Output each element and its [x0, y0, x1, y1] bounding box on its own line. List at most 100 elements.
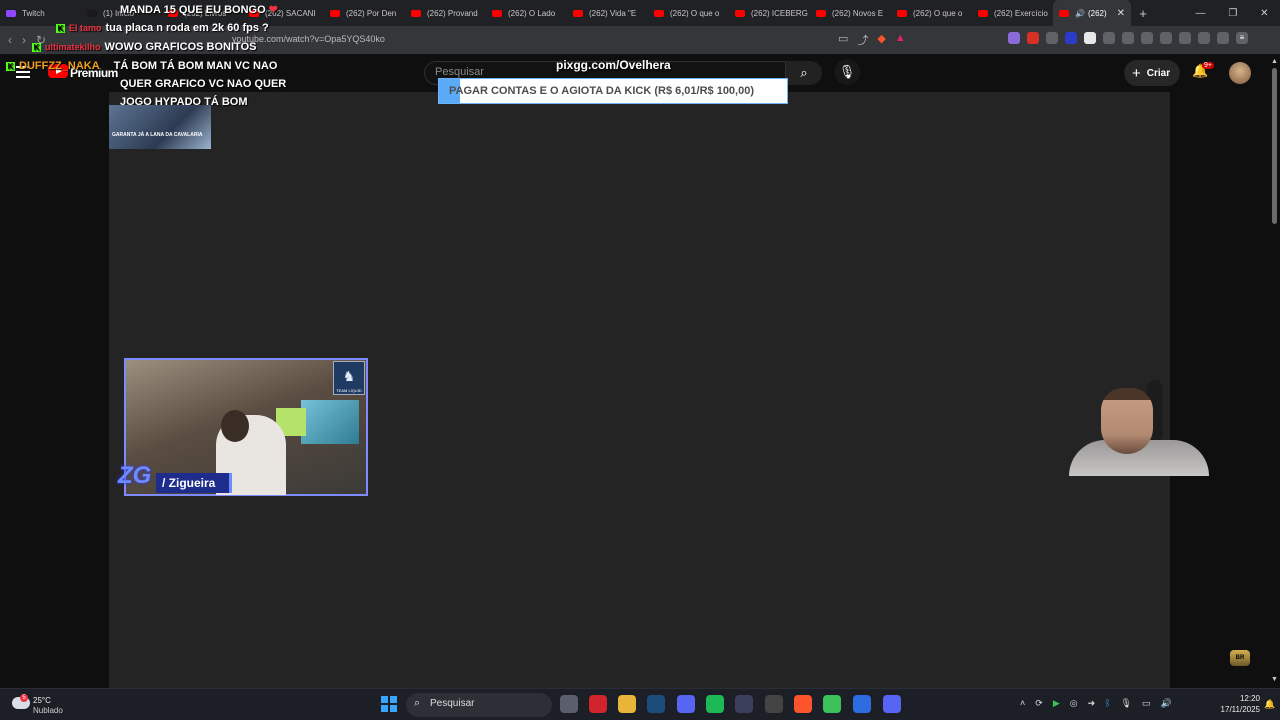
opera-icon[interactable] — [589, 695, 607, 713]
team-liquid-logo-icon: ♞ TEAM LIQUID — [333, 361, 365, 395]
scroll-down-icon[interactable]: ▼ — [1271, 676, 1278, 683]
minimize-icon[interactable]: — — [1195, 8, 1205, 19]
restore-icon[interactable]: ❐ — [1228, 8, 1237, 19]
menu-icon[interactable]: ≡ — [1236, 32, 1248, 44]
webcam-light — [301, 400, 359, 444]
webcam-head — [221, 410, 249, 442]
screen: Twitch (1) Início (262) Livros (262) SACANI… — [0, 0, 1280, 720]
settings-app-icon[interactable] — [765, 695, 783, 713]
folders-icon[interactable] — [618, 695, 636, 713]
arrow-tray-icon[interactable]: ➜ — [1088, 698, 1096, 709]
chat-username: ultimatekilho — [45, 42, 101, 52]
extension-icon[interactable] — [1027, 32, 1039, 44]
play-app-icon[interactable] — [823, 695, 841, 713]
tab-favicon-icon — [330, 9, 340, 17]
steam-tray-icon[interactable]: ◎ — [1070, 698, 1078, 709]
avatar[interactable] — [1229, 62, 1251, 84]
voice-search-button[interactable]: 🎙 — [834, 59, 860, 85]
tab-close-icon[interactable]: ✕ — [1117, 8, 1125, 19]
rewards-icon[interactable]: ▲ — [895, 32, 906, 48]
microphone-icon[interactable]: 🎙 — [1121, 698, 1132, 709]
extension-icon[interactable] — [1103, 32, 1115, 44]
weather-temp: 25°C — [33, 696, 51, 705]
scrollbar-thumb[interactable] — [1272, 68, 1277, 224]
notification-center-icon[interactable]: 🔔 — [1264, 699, 1275, 710]
extension-icon[interactable] — [1046, 32, 1058, 44]
tab-label: (262) Novos E — [832, 8, 884, 18]
vpn-icon[interactable] — [1217, 32, 1229, 44]
arrow-app-icon[interactable] — [735, 695, 753, 713]
taskbar-search-input[interactable]: ⌕ Pesquisar — [406, 693, 552, 717]
taskbar-search-label: Pesquisar — [430, 698, 475, 709]
file-explorer-taskview-icon[interactable] — [560, 695, 578, 713]
brave-shield-icon[interactable]: ◆ — [877, 32, 885, 48]
volume-icon[interactable]: 🔊 — [1161, 698, 1172, 709]
close-window-icon[interactable]: ✕ — [1260, 8, 1268, 19]
browser-tab[interactable]: (262) Exercício — [972, 0, 1053, 26]
tab-favicon-icon — [897, 9, 907, 17]
channel-watermark-icon: BR — [1230, 650, 1250, 666]
chevron-up-icon[interactable]: ˄ — [1020, 698, 1025, 709]
media-icon[interactable] — [1141, 32, 1153, 44]
spotify-icon[interactable] — [706, 695, 724, 713]
new-tab-button[interactable]: + — [1131, 6, 1155, 21]
streamer-face — [1101, 388, 1153, 454]
weather-widget[interactable]: 5 25°C Nublado — [12, 694, 102, 718]
pix-link-overlay: pixgg.com/Ovelhera — [556, 58, 671, 72]
page-scrollbar[interactable]: ▲ ▼ — [1270, 56, 1280, 688]
steam-icon[interactable] — [647, 695, 665, 713]
tab-favicon-icon — [735, 9, 745, 17]
streamer-facecam — [1069, 380, 1209, 476]
notification-badge: 9+ — [1202, 62, 1214, 69]
browser-tab[interactable]: (262) Vida "E — [567, 0, 648, 26]
scroll-up-icon[interactable]: ▲ — [1271, 58, 1278, 65]
browser-tab[interactable]: (262) Por Den — [324, 0, 405, 26]
cast-icon[interactable]: ▭ — [838, 32, 848, 48]
donation-goal-bar: PAGAR CONTAS E O AGIOTA DA KICK (R$ 6,01… — [438, 78, 788, 104]
system-tray: ˄ ⟳ ▶ ◎ ➜ ᛒ 🎙 ▭ 🔊 — [1020, 698, 1172, 709]
create-label: Criar — [1146, 67, 1171, 79]
browser-tab[interactable]: (262) O Lado — [486, 0, 567, 26]
clock[interactable]: 12:20 17/11/2025 — [1200, 693, 1260, 715]
chat-image-thumbnail: GARANTA JÁ A LANA DA CAVALARIA — [109, 105, 211, 149]
speaker-icon[interactable]: 🔊 — [1075, 9, 1085, 18]
chat-message: K DUFFZZ_NAKA TÁ BOM TÁ BOM MAN VC NAO — [6, 60, 278, 72]
weather-condition: Nublado — [33, 706, 63, 715]
search-icon: ⌕ — [414, 697, 421, 709]
sync-icon[interactable]: ⟳ — [1035, 698, 1043, 709]
search-button[interactable]: ⌕ — [786, 61, 822, 85]
bluetooth-icon[interactable]: ᛒ — [1105, 698, 1110, 709]
share-icon[interactable]: ⤴ — [857, 32, 868, 48]
windows-start-icon[interactable] — [381, 696, 397, 712]
chat-message: K El tamo tua placa n roda em 2k 60 fps ? — [56, 22, 269, 34]
address-bar-icons: ▭ ⤴ ◆ ▲ — [838, 32, 906, 48]
brave-icon[interactable] — [794, 695, 812, 713]
tab-label: (262) O Lado — [508, 8, 556, 18]
play-tray-icon[interactable]: ▶ — [1053, 698, 1060, 709]
sidebar-icon[interactable] — [1160, 32, 1172, 44]
tab-favicon-icon — [411, 9, 421, 17]
download-app-icon[interactable] — [853, 695, 871, 713]
create-button[interactable]: + Criar — [1124, 60, 1180, 86]
kick-badge-icon: K — [6, 62, 15, 71]
tab-label: (262) O que o — [670, 8, 720, 18]
browser-tab[interactable]: (262) O que o — [648, 0, 729, 26]
discord-icon[interactable] — [883, 695, 901, 713]
tab-active[interactable]: 🔊 (262) ✕ — [1053, 0, 1131, 26]
puzzle-icon[interactable] — [1122, 32, 1134, 44]
browser-tab[interactable]: (262) O que o — [891, 0, 972, 26]
plus-icon: + — [1132, 64, 1141, 82]
browser-tab[interactable]: (262) Novos E — [810, 0, 891, 26]
browser-tab[interactable]: (262) Provand — [405, 0, 486, 26]
chat-username: El tamo — [69, 23, 102, 33]
discord-alt-icon[interactable] — [677, 695, 695, 713]
stream-chat-overlay: MANDA 15 QUE EU BONGO ❤ K El tamo tua plac… — [0, 0, 300, 112]
extension-icon[interactable] — [1008, 32, 1020, 44]
network-icon[interactable]: ▭ — [1142, 698, 1151, 709]
leo-icon[interactable] — [1198, 32, 1210, 44]
extension-icon[interactable] — [1084, 32, 1096, 44]
tab-favicon-icon — [978, 9, 988, 17]
extension-icon[interactable] — [1065, 32, 1077, 44]
wallet-icon[interactable] — [1179, 32, 1191, 44]
browser-tab[interactable]: (262) ICEBERG — [729, 0, 810, 26]
